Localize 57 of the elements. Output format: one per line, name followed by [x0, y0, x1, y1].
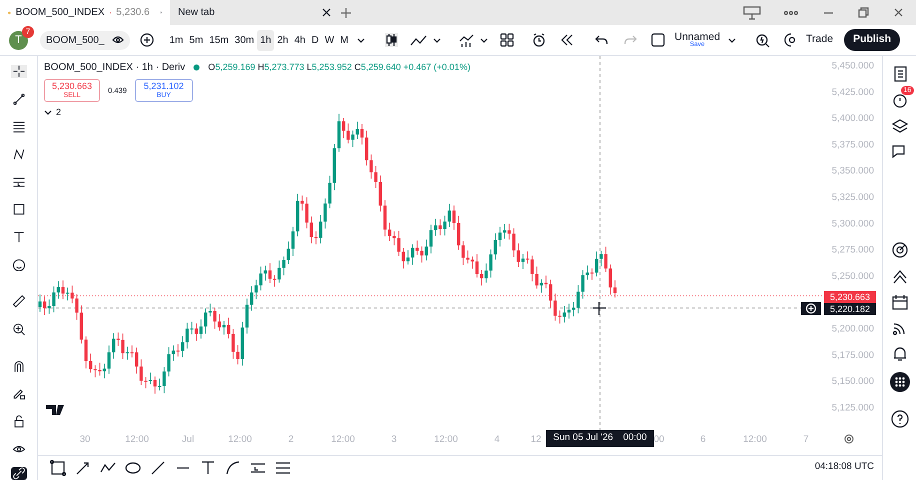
price-axis-label: 5,375.000	[832, 139, 874, 150]
avatar[interactable]: T	[9, 30, 28, 50]
crosshair-price-tag: 5,220.182	[824, 303, 876, 315]
price-axis-label: 5,325.000	[832, 192, 874, 204]
time-axis-label: 30	[80, 434, 90, 445]
price-axis-label: 5,425.000	[832, 86, 874, 98]
time-axis-label: 12:00	[228, 434, 252, 445]
interval-button[interactable]: 5m	[186, 30, 206, 50]
notification-badge: 7	[22, 26, 34, 38]
price-axis-label: 5,150.000	[832, 376, 874, 388]
price-axis-label: 5,250.000	[832, 270, 874, 282]
interval-button[interactable]: M	[337, 30, 352, 50]
interval-button[interactable]: W	[322, 30, 338, 50]
time-axis-label: 00	[654, 434, 664, 445]
time-axis-label: 4	[494, 434, 500, 445]
publish-button[interactable]: Publish	[844, 29, 900, 51]
price-axis-label: 5,450.000	[832, 60, 874, 72]
interval-button[interactable]: 15m	[206, 30, 232, 50]
symbol-title: BOOM_500_INDEX · 1h · Deriv	[44, 61, 186, 75]
price-axis-label: 5,175.000	[832, 350, 874, 361]
layout-name: Unnamed	[674, 32, 720, 42]
indicators-toggle[interactable]: 2	[44, 106, 62, 120]
trade-button[interactable]: Trade	[806, 32, 834, 48]
price-axis-label: 5,275.000	[832, 244, 874, 256]
price-axis-label: 5,300.000	[832, 218, 874, 230]
browser-tab[interactable]: BOOM_500_INDEX 5,230.6	[0, 0, 170, 25]
tooltip-time: 00:00	[623, 431, 647, 446]
time-axis-label: 2	[288, 434, 294, 445]
time-axis-label: 12:00	[331, 434, 355, 445]
time-axis-label: 12:00	[434, 434, 458, 445]
interval-button[interactable]: D	[308, 30, 322, 50]
symbol-search[interactable]: BOOM_500_	[40, 30, 130, 50]
utc-clock: 04:18:08 UTC	[814, 460, 874, 474]
time-axis-label: 12:00	[743, 434, 767, 445]
time-axis-label: Jul	[182, 434, 194, 445]
time-axis-label: 12:00	[125, 434, 149, 445]
interval-button[interactable]: 2h	[274, 30, 292, 50]
browser-tab[interactable]: New tab	[170, 0, 340, 25]
symbol-name: BOOM_500_	[46, 34, 104, 48]
price-axis-label: 5,400.000	[832, 113, 874, 124]
time-axis-label: 7	[803, 434, 809, 445]
price-axis-label: 5,200.000	[832, 324, 874, 335]
tab-title: BOOM_500_INDEX	[16, 6, 105, 20]
tooltip-date: Sun 05 Jul '26	[553, 431, 614, 446]
price-axis-label: 5,350.000	[832, 166, 874, 177]
interval-button[interactable]: 4h	[291, 30, 308, 50]
interval-button[interactable]: 30m	[232, 30, 258, 50]
interval-button[interactable]: 1h	[257, 30, 274, 50]
tab-title: New tab	[178, 6, 215, 20]
ohlc-values: O5,259.169 H5,273.773 L5,253.952 C5,259.640 +0.467 (+0.01%)	[208, 60, 470, 74]
last-price-tag: 5,230.663	[824, 291, 876, 303]
interval-button[interactable]: 1m	[166, 30, 186, 50]
time-axis-label: 6	[700, 434, 706, 445]
tab-price: 5,230.6	[116, 6, 150, 20]
time-axis-label: 12	[530, 434, 542, 445]
price-axis-label: 5,125.000	[832, 402, 874, 414]
time-axis-label: 3	[391, 434, 397, 445]
